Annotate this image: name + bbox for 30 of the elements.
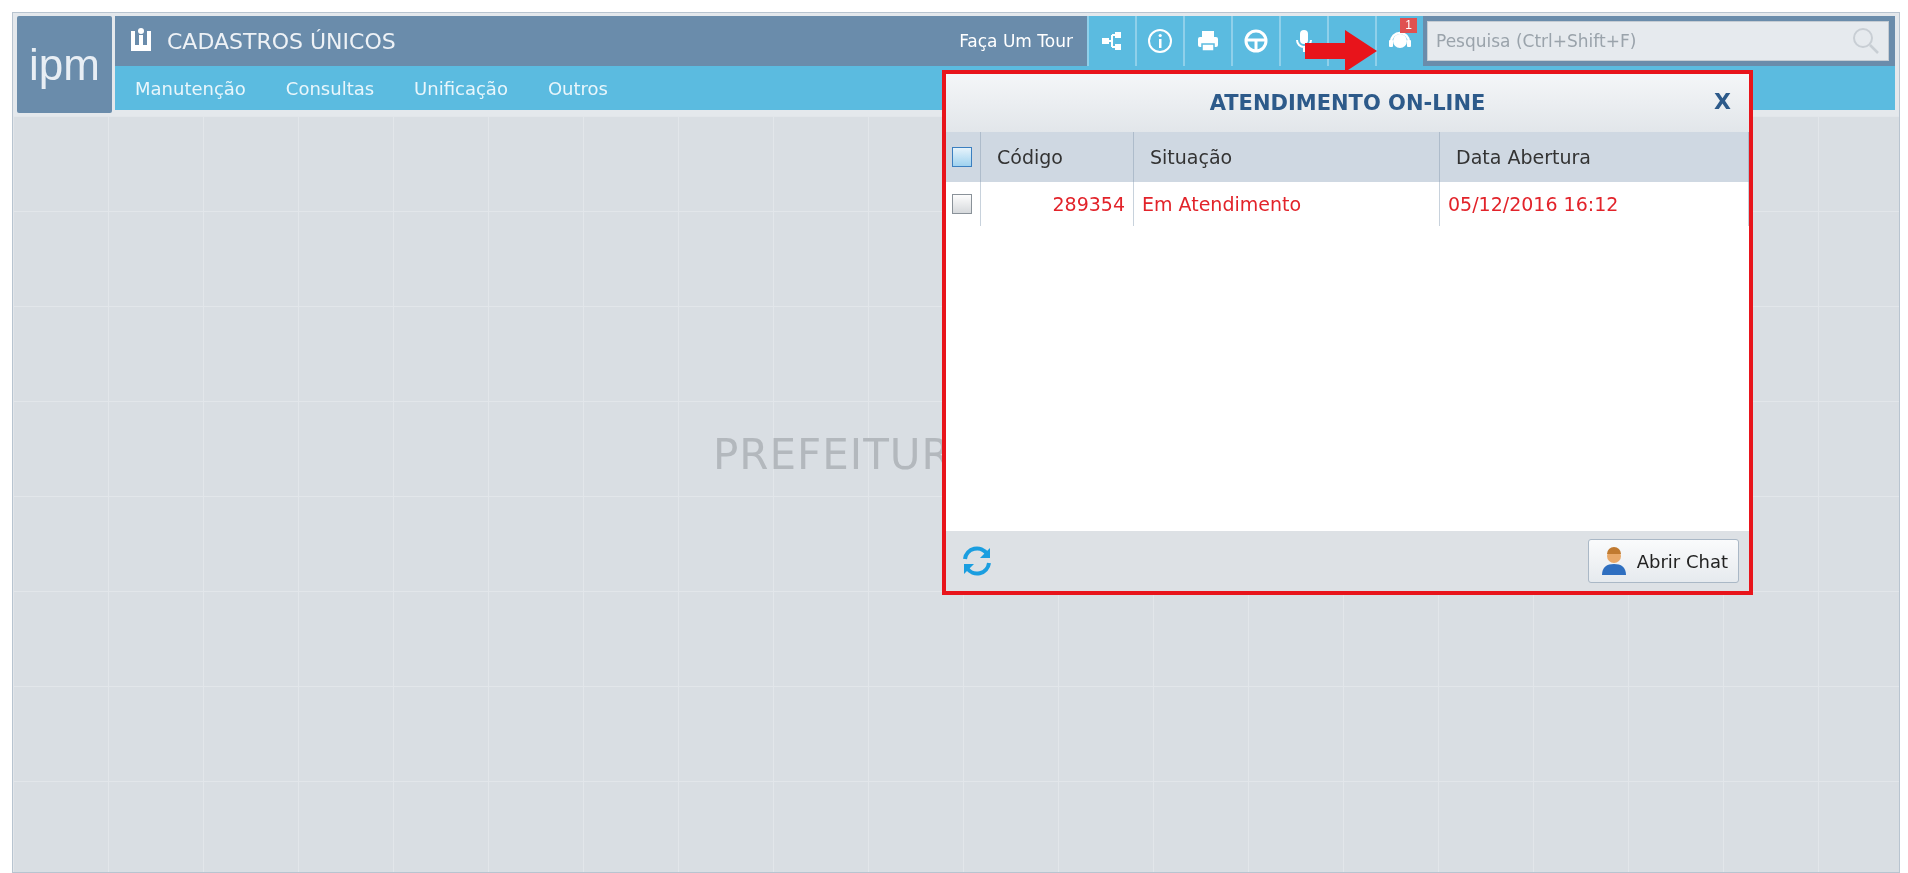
menu-item[interactable]: Manutenção bbox=[135, 77, 246, 99]
tour-link[interactable]: Faça Um Tour bbox=[945, 16, 1087, 66]
search-field[interactable]: Pesquisa (Ctrl+Shift+F) bbox=[1427, 21, 1889, 61]
notification-badge: 1 bbox=[1400, 18, 1417, 33]
toolbar-button[interactable] bbox=[1231, 16, 1279, 66]
column-header[interactable]: Data Abertura bbox=[1439, 132, 1749, 182]
close-button[interactable]: X bbox=[1708, 88, 1737, 115]
popup-title: ATENDIMENTO ON-LINE bbox=[1209, 91, 1486, 115]
menu-item[interactable]: Outros bbox=[547, 77, 608, 99]
checkbox[interactable] bbox=[952, 147, 972, 167]
app-title: CADASTROS ÚNICOS bbox=[167, 28, 397, 54]
info-icon bbox=[1147, 28, 1173, 54]
app-logo[interactable]: ipm bbox=[17, 16, 112, 113]
column-header[interactable]: Código bbox=[980, 132, 1134, 182]
checkbox[interactable] bbox=[952, 194, 972, 214]
search-icon bbox=[1851, 26, 1881, 56]
print-icon bbox=[1195, 28, 1221, 54]
menu-item[interactable]: Unificação bbox=[414, 77, 508, 99]
toolbar-button[interactable] bbox=[1135, 16, 1183, 66]
menu-item[interactable]: Consultas bbox=[285, 77, 375, 99]
table-cell: 05/12/2016 16:12 bbox=[1439, 182, 1749, 226]
table-cell: Em Atendimento bbox=[1133, 182, 1440, 226]
support-button[interactable]: 1 bbox=[1375, 16, 1423, 66]
toolbar-button[interactable] bbox=[1183, 16, 1231, 66]
steering-wheel-icon bbox=[1243, 28, 1269, 54]
refresh-icon[interactable] bbox=[960, 544, 994, 578]
open-chat-button[interactable]: Abrir Chat bbox=[1587, 539, 1739, 583]
column-header[interactable]: Situação bbox=[1133, 132, 1440, 182]
toolbar-button[interactable] bbox=[1087, 16, 1135, 66]
table-cell: 289354 bbox=[980, 182, 1134, 226]
